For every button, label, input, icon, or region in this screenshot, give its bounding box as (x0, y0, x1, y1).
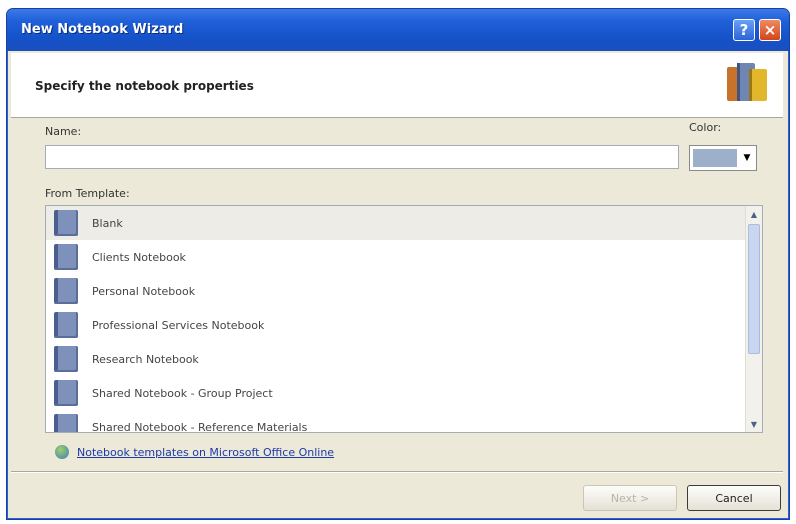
color-label: Color: (689, 121, 722, 134)
page-title: Specify the notebook properties (35, 79, 254, 93)
template-item-label: Clients Notebook (92, 250, 186, 264)
template-item[interactable]: Clients Notebook (46, 240, 762, 274)
notebook-icon (54, 414, 78, 432)
template-item[interactable]: Professional Services Notebook (46, 308, 762, 342)
template-item[interactable]: Blank (46, 206, 762, 240)
notebooks-icon (727, 63, 767, 101)
notebook-icon (54, 210, 78, 236)
notebook-icon (54, 312, 78, 338)
scroll-up-icon[interactable]: ▲ (746, 206, 762, 222)
template-item-label: Shared Notebook - Reference Materials (92, 420, 308, 433)
template-item-label: Blank (92, 216, 123, 230)
notebook-icon (54, 346, 78, 372)
notebook-name-input[interactable] (45, 145, 679, 169)
template-label: From Template: (45, 187, 130, 200)
online-templates-link[interactable]: Notebook templates on Microsoft Office O… (55, 445, 334, 459)
online-templates-link-text[interactable]: Notebook templates on Microsoft Office O… (77, 446, 334, 459)
scroll-down-icon[interactable]: ▼ (746, 416, 762, 432)
cancel-button[interactable]: Cancel (687, 485, 781, 511)
notebook-icon (54, 278, 78, 304)
scroll-thumb[interactable] (748, 224, 760, 354)
name-label: Name: (45, 125, 82, 138)
template-item[interactable]: Shared Notebook - Reference Materials (46, 410, 762, 433)
color-swatch (693, 149, 737, 167)
template-item[interactable]: Research Notebook (46, 342, 762, 376)
wizard-header: Specify the notebook properties (11, 53, 783, 118)
template-item[interactable]: Personal Notebook (46, 274, 762, 308)
footer-divider (11, 471, 783, 473)
color-dropdown[interactable]: ▼ (689, 145, 757, 171)
notebook-icon (54, 244, 78, 270)
new-notebook-wizard-dialog: New Notebook Wizard ? × Specify the note… (6, 8, 790, 520)
title-bar: New Notebook Wizard ? × (7, 9, 789, 51)
template-list[interactable]: Blank Clients Notebook Personal Notebook Pr… (45, 205, 763, 433)
template-item-label: Shared Notebook - Group Project (92, 386, 273, 400)
next-button[interactable]: Next > (583, 485, 677, 511)
globe-icon (55, 445, 69, 459)
template-item-label: Personal Notebook (92, 284, 196, 298)
window-title: New Notebook Wizard (21, 22, 184, 37)
help-button[interactable]: ? (733, 19, 755, 41)
template-item-label: Research Notebook (92, 352, 199, 366)
template-item[interactable]: Shared Notebook - Group Project (46, 376, 762, 410)
close-button[interactable]: × (759, 19, 781, 41)
template-item-label: Professional Services Notebook (92, 318, 265, 332)
chevron-down-icon[interactable]: ▼ (740, 149, 754, 167)
vertical-scrollbar[interactable]: ▲ ▼ (745, 206, 762, 432)
notebook-icon (54, 380, 78, 406)
